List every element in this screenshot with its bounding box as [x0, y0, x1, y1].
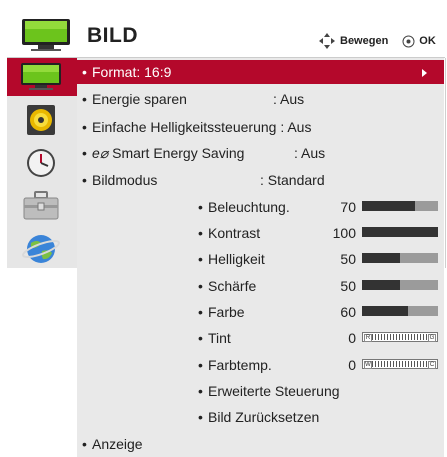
- category-options[interactable]: [7, 187, 77, 225]
- level-fill: [362, 253, 400, 263]
- setting-value: 50: [340, 251, 356, 267]
- bullet: •: [198, 199, 203, 215]
- menu-item-display[interactable]: • Anzeige: [77, 432, 444, 456]
- color-temp-right-marker: C: [428, 361, 436, 369]
- options-toolbox-icon: [23, 191, 59, 220]
- color-temperature-slider[interactable]: W C: [362, 359, 438, 369]
- menu-item-picture-reset[interactable]: • Bild Zurücksetzen: [77, 405, 444, 429]
- setting-label: Farbtemp.: [208, 357, 272, 373]
- setting-brightness[interactable]: • Helligkeit 50: [77, 247, 444, 271]
- bullet: •: [82, 91, 87, 107]
- setting-value: 100: [332, 225, 356, 241]
- display-label: Anzeige: [92, 436, 143, 452]
- energy-saving-label: Energie sparen: [92, 91, 187, 107]
- category-audio[interactable]: [7, 101, 77, 139]
- smart-energy-logo-icon: e⌀: [92, 145, 109, 161]
- ok-label: OK: [419, 35, 436, 47]
- balance-ticks: [372, 361, 428, 367]
- network-globe-icon: [22, 235, 60, 263]
- sharpness-level-bar[interactable]: [362, 280, 438, 290]
- setting-color[interactable]: • Farbe 60: [77, 300, 444, 324]
- category-picture[interactable]: [7, 58, 77, 96]
- easy-brightness-label: Einfache Helligkeitssteuerung : Aus: [92, 119, 312, 135]
- menu-header: BILD Bewegen OK: [7, 8, 445, 58]
- setting-value: 70: [340, 199, 356, 215]
- setting-label: Helligkeit: [208, 251, 265, 267]
- clock-icon: [27, 149, 55, 177]
- setting-label: Beleuchtung.: [208, 199, 290, 215]
- picture-tv-icon: [22, 19, 70, 51]
- level-fill: [362, 227, 438, 237]
- setting-label: Schärfe: [208, 278, 257, 294]
- setting-color-temperature[interactable]: • Farbtemp. 0 W C: [77, 353, 444, 377]
- bullet: •: [82, 64, 87, 80]
- picture-menu-panel: • Format: 16:9 • Energie sparen : Aus • …: [77, 58, 444, 457]
- tint-balance-slider[interactable]: R G: [362, 332, 438, 342]
- navigation-hint: Bewegen OK: [318, 32, 436, 50]
- ok-button-icon: [402, 35, 415, 47]
- audio-speaker-icon: [27, 105, 55, 135]
- balance-ticks: [372, 334, 428, 340]
- bullet: •: [82, 145, 87, 161]
- category-rail: [7, 58, 77, 268]
- smart-energy-text: Smart Energy Saving: [112, 145, 245, 161]
- level-fill: [362, 201, 416, 211]
- setting-contrast[interactable]: • Kontrast 100: [77, 221, 444, 245]
- tv-osd-menu: BILD Bewegen OK • Format: 16:9 • Energie…: [0, 0, 447, 457]
- page-title: BILD: [87, 24, 138, 47]
- smart-energy-value: : Aus: [294, 145, 326, 161]
- tint-left-marker: R: [364, 334, 372, 342]
- bullet: •: [198, 409, 203, 425]
- setting-label: Farbe: [208, 304, 245, 320]
- submenu-arrow-icon: [422, 69, 427, 77]
- setting-value: 0: [348, 330, 356, 346]
- bullet: •: [198, 383, 203, 399]
- bullet: •: [198, 330, 203, 346]
- setting-value: 60: [340, 304, 356, 320]
- setting-label: Kontrast: [208, 225, 261, 241]
- setting-value: 0: [348, 357, 356, 373]
- color-temp-left-marker: W: [364, 361, 372, 369]
- bullet: •: [198, 278, 203, 294]
- contrast-level-bar[interactable]: [362, 227, 438, 237]
- picture-tv-icon: [21, 63, 61, 90]
- setting-label: Tint: [208, 330, 231, 346]
- setting-tint[interactable]: • Tint 0 R G: [77, 326, 444, 350]
- bullet: •: [82, 172, 87, 188]
- bullet: •: [198, 357, 203, 373]
- tint-right-marker: G: [428, 334, 436, 342]
- menu-item-smart-energy-saving[interactable]: • e⌀ Smart Energy Saving : Aus: [77, 141, 444, 165]
- bullet: •: [198, 225, 203, 241]
- format-label: Format: 16:9: [92, 64, 172, 80]
- color-level-bar[interactable]: [362, 306, 438, 316]
- energy-saving-value: : Aus: [273, 91, 305, 107]
- menu-item-picture-mode[interactable]: • Bildmodus : Standard: [77, 168, 444, 192]
- picture-reset-label: Bild Zurücksetzen: [208, 409, 320, 425]
- brightness-level-bar[interactable]: [362, 253, 438, 263]
- bullet: •: [198, 251, 203, 267]
- smart-energy-label: e⌀ Smart Energy Saving: [92, 141, 244, 165]
- bullet: •: [82, 119, 87, 135]
- setting-sharpness[interactable]: • Schärfe 50: [77, 274, 444, 298]
- level-fill: [362, 280, 400, 290]
- backlight-level-bar[interactable]: [362, 201, 438, 211]
- menu-item-advanced-control[interactable]: • Erweiterte Steuerung: [77, 379, 444, 403]
- menu-item-energy-saving[interactable]: • Energie sparen : Aus: [77, 87, 444, 111]
- bullet: •: [198, 304, 203, 320]
- category-network[interactable]: [7, 230, 77, 268]
- setting-backlight[interactable]: • Beleuchtung. 70: [77, 195, 444, 219]
- category-time[interactable]: [7, 144, 77, 182]
- picture-mode-value: : Standard: [260, 172, 325, 188]
- menu-item-easy-brightness[interactable]: • Einfache Helligkeitssteuerung : Aus: [77, 115, 444, 139]
- move-arrows-icon: [319, 33, 335, 49]
- advanced-control-label: Erweiterte Steuerung: [208, 383, 340, 399]
- setting-value: 50: [340, 278, 356, 294]
- bullet: •: [82, 436, 87, 452]
- menu-item-format[interactable]: • Format: 16:9: [77, 60, 444, 84]
- move-label: Bewegen: [340, 35, 389, 47]
- picture-mode-label: Bildmodus: [92, 172, 158, 188]
- level-fill: [362, 306, 408, 316]
